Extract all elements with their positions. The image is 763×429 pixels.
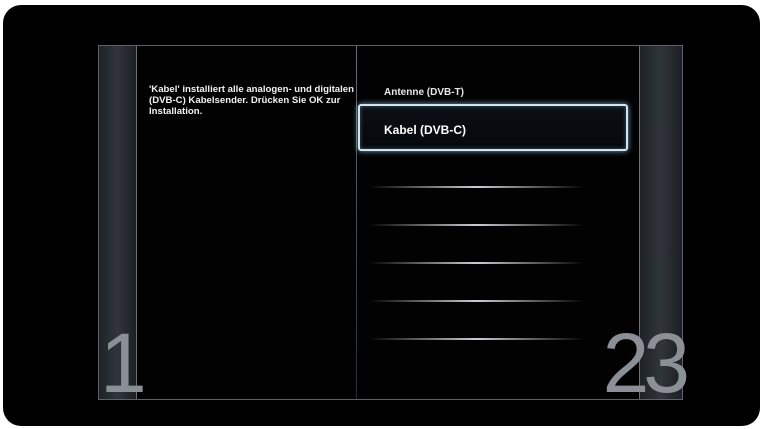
empty-option-slot <box>369 186 584 188</box>
empty-option-slot <box>369 300 584 302</box>
empty-option-slot <box>369 224 584 226</box>
panel-divider <box>356 46 357 399</box>
empty-option-slot <box>369 338 584 340</box>
step-rail-right: 23 <box>603 46 690 405</box>
step-number-current: 1 <box>100 316 147 410</box>
step-rail-left: 1 <box>99 46 147 405</box>
tv-screen: 1 'Kabel' installiert alle analogen- und… <box>3 5 760 426</box>
step-numbers-next: 23 <box>602 316 690 410</box>
option-antenna-dvb-t[interactable]: Antenne (DVB-T) <box>384 87 464 98</box>
option-cable-label: Kabel (DVB-C) <box>384 123 467 137</box>
installation-dialog: 1 'Kabel' installiert alle analogen- und… <box>98 45 690 405</box>
info-description: 'Kabel' installiert alle analogen- und d… <box>149 84 355 117</box>
option-list: Antenne (DVB-T) Kabel (DVB-C) <box>358 46 639 399</box>
option-cable-dvb-c[interactable]: Kabel (DVB-C) <box>358 104 628 151</box>
empty-option-slot <box>369 262 584 264</box>
